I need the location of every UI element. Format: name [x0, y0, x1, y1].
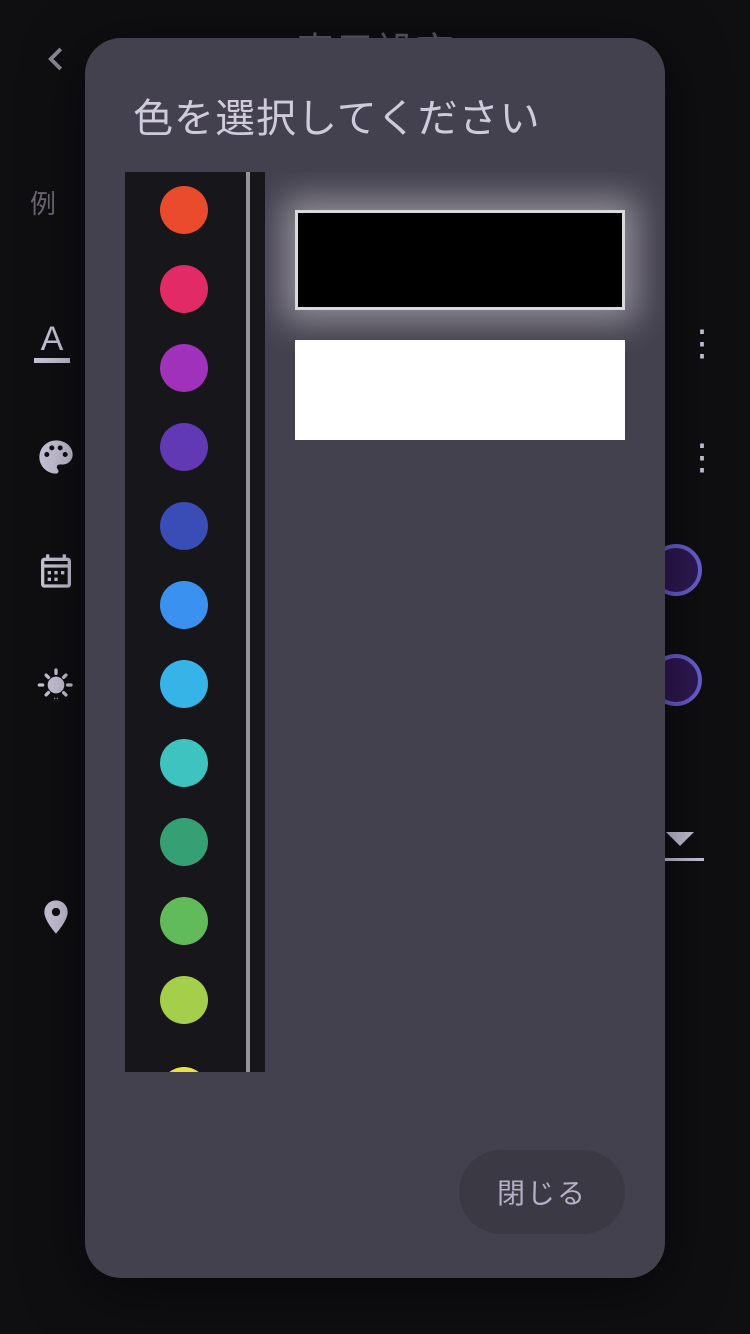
- color-picker-dialog: 色を選択してください 閉じる: [85, 38, 665, 1278]
- more-options-icon[interactable]: ⋮: [684, 436, 694, 478]
- color-swatch[interactable]: [160, 502, 208, 550]
- preview-selected-color[interactable]: [295, 210, 625, 310]
- color-swatch-column: [125, 172, 265, 1072]
- settings-sidebar: A: [34, 322, 84, 1009]
- color-swatch[interactable]: [160, 897, 208, 945]
- color-swatch[interactable]: [160, 818, 208, 866]
- scrollbar[interactable]: [246, 172, 250, 1072]
- color-swatch[interactable]: [160, 976, 208, 1024]
- color-swatch[interactable]: [160, 423, 208, 471]
- color-swatch[interactable]: [160, 581, 208, 629]
- more-options-icon[interactable]: ⋮: [684, 322, 694, 364]
- close-button[interactable]: 閉じる: [459, 1150, 625, 1234]
- brightness-icon[interactable]: [34, 663, 78, 707]
- dropdown-arrow-icon[interactable]: [666, 832, 694, 846]
- dialog-title: 色を選択してください: [85, 38, 665, 172]
- location-pin-icon[interactable]: [34, 895, 78, 939]
- example-label: 例: [30, 184, 56, 221]
- calendar-icon[interactable]: [34, 549, 78, 593]
- dialog-body: [85, 172, 665, 1126]
- color-swatch[interactable]: [160, 739, 208, 787]
- dialog-footer: 閉じる: [85, 1126, 665, 1278]
- palette-icon[interactable]: [34, 435, 78, 479]
- color-swatch[interactable]: [160, 186, 208, 234]
- color-swatch-list[interactable]: [125, 172, 243, 1072]
- color-swatch[interactable]: [160, 660, 208, 708]
- color-swatch[interactable]: [160, 265, 208, 313]
- preview-secondary-color[interactable]: [295, 340, 625, 440]
- color-swatch[interactable]: [160, 344, 208, 392]
- font-icon[interactable]: A: [34, 322, 70, 363]
- color-swatch[interactable]: [160, 1067, 208, 1072]
- preview-column: [295, 172, 625, 1126]
